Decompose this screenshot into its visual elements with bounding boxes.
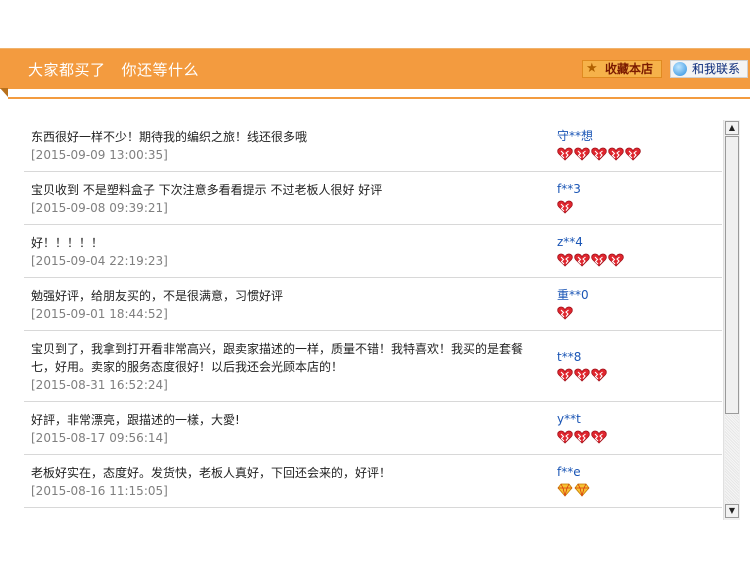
review-comment: 老板好实在，态度好。发货快，老板人真好，下回还会来的，好评！ xyxy=(31,466,392,480)
reviewer-name-link[interactable]: y**t xyxy=(557,411,581,427)
buyer-credit-rank xyxy=(557,146,642,162)
heart-icon xyxy=(591,429,607,444)
review-comment: 宝贝到了，我拿到打开看非常高兴，跟卖家描述的一样，质量不错！我特喜欢！我买的是套… xyxy=(31,342,524,374)
reviewer-name-link[interactable]: z**4 xyxy=(557,234,583,250)
review-date: [2015-09-04 22:19:23] xyxy=(31,254,168,268)
review-row: 宝贝到了，我拿到打开看非常高兴，跟卖家描述的一样，质量不错！我特喜欢！我买的是套… xyxy=(24,331,722,402)
review-date: [2015-08-16 11:15:05] xyxy=(31,484,168,498)
heart-icon xyxy=(591,252,607,267)
review-row: 勉强好评，给朋友买的，不是很满意，习惯好评 [2015-09-01 18:44:5… xyxy=(24,278,722,331)
diamond-icon xyxy=(574,482,590,497)
review-row: 东西很好一样不少！期待我的编织之旅！线还很多哦 [2015-09-09 13:00… xyxy=(24,120,722,172)
review-date: [2015-08-17 09:56:14] xyxy=(31,431,168,445)
review-list: 东西很好一样不少！期待我的编织之旅！线还很多哦 [2015-09-09 13:00… xyxy=(24,120,722,508)
favorite-shop-label: 收藏本店 xyxy=(605,62,654,76)
heart-icon xyxy=(591,367,607,382)
header-title: 大家都买了 你还等什么 xyxy=(28,59,215,80)
buyer-credit-rank xyxy=(557,305,574,321)
star-icon: ★ xyxy=(586,61,598,76)
review-date: [2015-09-09 13:00:35] xyxy=(31,148,168,162)
review-row: 好評，非常漂亮，跟描述的一樣，大愛! [2015-08-17 09:56:14] y… xyxy=(24,402,722,455)
heart-icon xyxy=(625,146,641,161)
heart-icon xyxy=(557,252,573,267)
heart-icon xyxy=(574,429,590,444)
review-row: 老板好实在，态度好。发货快，老板人真好，下回还会来的，好评！ [2015-08-1… xyxy=(24,455,722,508)
scroll-down-arrow-icon[interactable]: ▼ xyxy=(725,504,739,518)
reviewer-name-link[interactable]: 守**想 xyxy=(557,128,593,144)
vertical-scrollbar[interactable]: ▲ ▼ xyxy=(723,120,740,520)
review-comment: 东西很好一样不少！期待我的编织之旅！线还很多哦 xyxy=(31,130,308,144)
favorite-shop-button[interactable]: ★ 收藏本店 xyxy=(582,60,662,78)
header-title-part2: 你还等什么 xyxy=(121,61,200,79)
buyer-credit-rank xyxy=(557,252,625,268)
review-row: 宝贝收到 不是塑料盒子 下次注意多看看提示 不过老板人很好 好评 [2015-09… xyxy=(24,172,722,225)
reviewer-name-link[interactable]: f**3 xyxy=(557,181,581,197)
heart-icon xyxy=(557,429,573,444)
scroll-thumb[interactable] xyxy=(725,136,739,414)
review-comment: 宝贝收到 不是塑料盒子 下次注意多看看提示 不过老板人很好 好评 xyxy=(31,183,383,197)
review-date: [2015-09-08 09:39:21] xyxy=(31,201,168,215)
header-underline xyxy=(8,97,750,99)
buyer-credit-rank xyxy=(557,367,608,383)
contact-me-label: 和我联系 xyxy=(692,62,741,76)
heart-icon xyxy=(557,367,573,382)
header-bar: 大家都买了 你还等什么 ★ 收藏本店 和我联系 xyxy=(0,48,750,89)
scroll-track[interactable] xyxy=(725,415,739,503)
heart-icon xyxy=(557,199,573,214)
heart-icon xyxy=(557,146,573,161)
heart-icon xyxy=(574,367,590,382)
header-title-part1: 大家都买了 xyxy=(28,61,106,79)
reviewer-name-link[interactable]: 重**0 xyxy=(557,287,589,303)
heart-icon xyxy=(608,146,624,161)
chat-bubble-icon xyxy=(673,62,687,76)
heart-icon xyxy=(574,146,590,161)
review-row: 好！！！！！ [2015-09-04 22:19:23] z**4 xyxy=(24,225,722,278)
buyer-credit-rank xyxy=(557,429,608,445)
scroll-up-arrow-icon[interactable]: ▲ xyxy=(725,121,739,135)
reviewer-name-link[interactable]: t**8 xyxy=(557,349,581,365)
buyer-credit-rank xyxy=(557,482,591,498)
review-comment: 勉强好评，给朋友买的，不是很满意，习惯好评 xyxy=(31,289,284,303)
contact-me-button[interactable]: 和我联系 xyxy=(670,60,748,78)
review-date: [2015-09-01 18:44:52] xyxy=(31,307,168,321)
review-comment: 好！！！！！ xyxy=(31,236,104,250)
heart-icon xyxy=(608,252,624,267)
diamond-icon xyxy=(557,482,573,497)
review-date: [2015-08-31 16:52:24] xyxy=(31,378,168,392)
reviewer-name-link[interactable]: f**e xyxy=(557,464,581,480)
buyer-credit-rank xyxy=(557,199,574,215)
heart-icon xyxy=(591,146,607,161)
review-comment: 好評，非常漂亮，跟描述的一樣，大愛! xyxy=(31,413,240,427)
heart-icon xyxy=(557,305,573,320)
heart-icon xyxy=(574,252,590,267)
ribbon-fold xyxy=(0,88,8,97)
